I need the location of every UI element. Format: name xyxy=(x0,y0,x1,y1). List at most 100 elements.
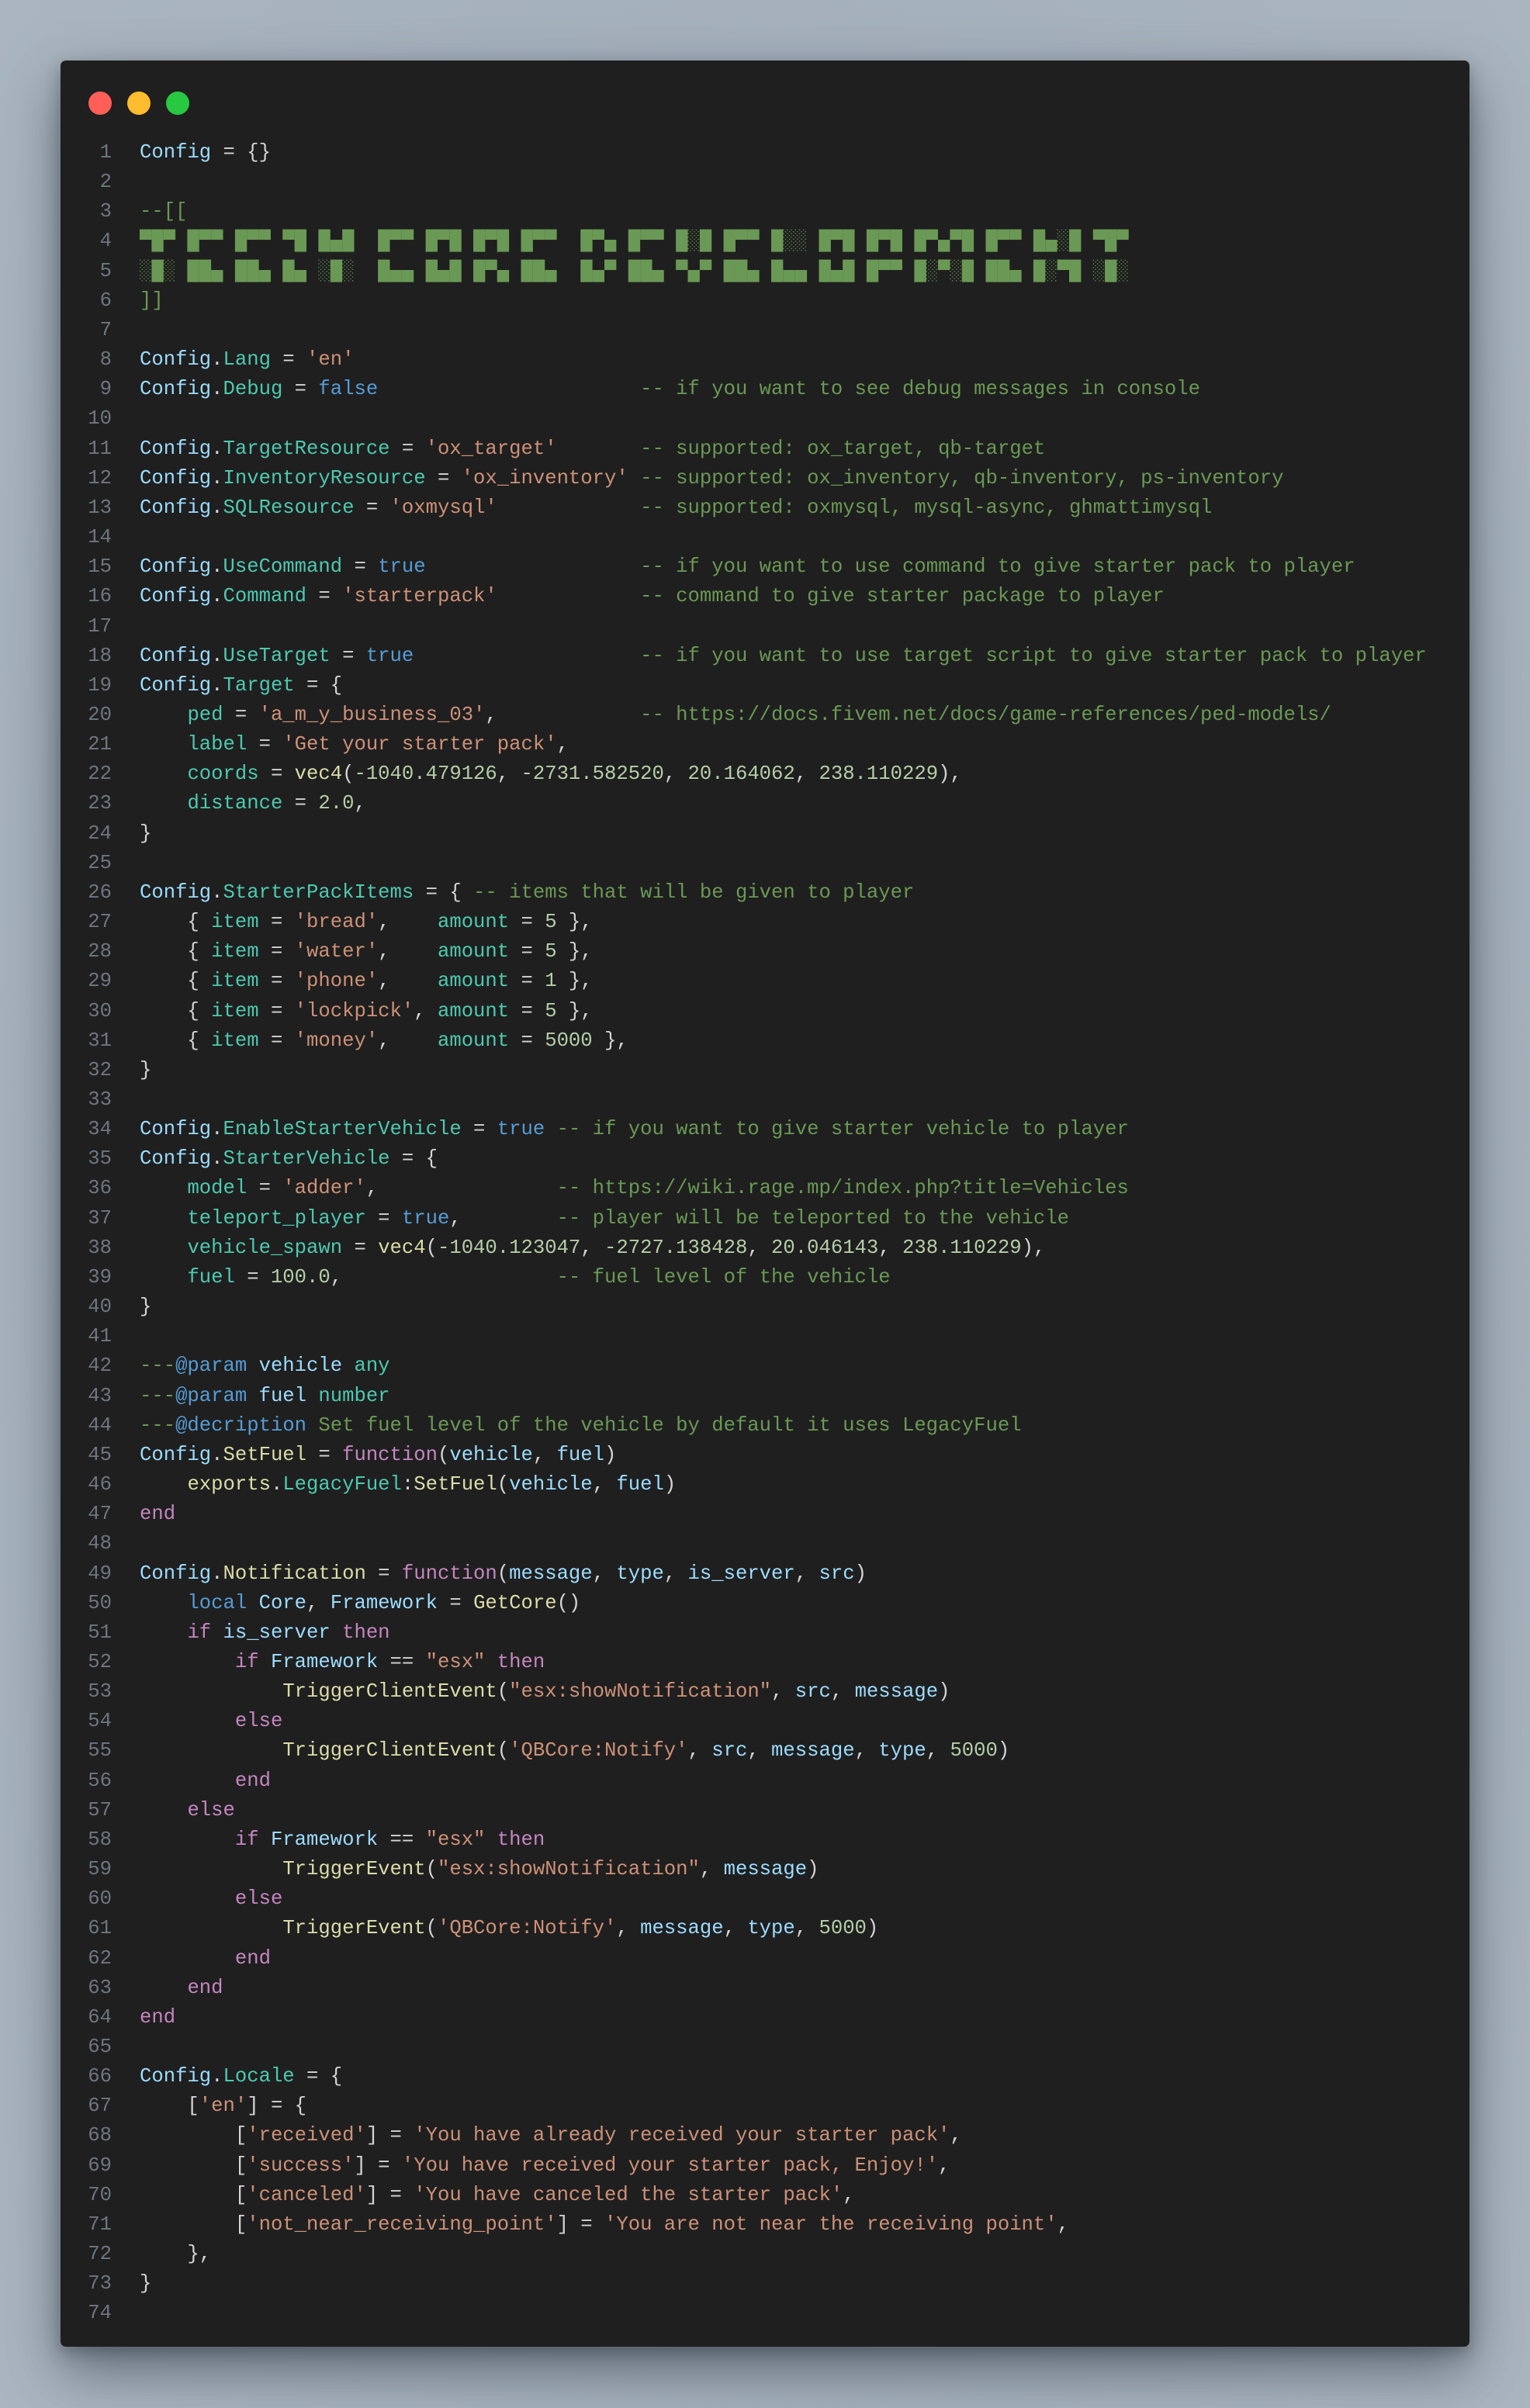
code-token: else xyxy=(234,1710,283,1733)
code-token: end xyxy=(187,1976,223,1999)
code-token: ( xyxy=(342,763,355,786)
code-token: . xyxy=(211,437,223,460)
code-token: , xyxy=(580,1236,605,1259)
code-line: 1 Config = {} xyxy=(61,138,1427,168)
code-token: = xyxy=(258,763,295,786)
code-token: = {} xyxy=(211,141,271,164)
code-token: 5000 xyxy=(545,1029,593,1052)
code-token: = xyxy=(258,970,295,993)
ascii-art-banner: ░█░ ██▄ ██▄ █▄ ░█░ █▄▄ █▄█ █▀▄ ██▄ █▄▀ █… xyxy=(140,259,1129,282)
code-token: , xyxy=(330,1265,557,1289)
code-token: -- supported: ox_target, qb-target xyxy=(640,437,1046,460)
code-line: 68 ['received'] = 'You have already rece… xyxy=(61,2121,1427,2150)
code-token: -- supported: ox_inventory, qb-inventory… xyxy=(640,466,1284,490)
code-token: function xyxy=(401,1562,497,1585)
code-token: == xyxy=(378,1828,426,1851)
code-line: 65 xyxy=(61,2033,1427,2062)
code-line: 36 model = 'adder', -- https://wiki.rage… xyxy=(61,1174,1427,1203)
line-text: teleport_player = true, -- player will b… xyxy=(140,1204,1069,1233)
code-line: 9 Config.Debug = false -- if you want to … xyxy=(61,375,1427,404)
code-token: Config xyxy=(140,141,212,164)
code-line: 64 end xyxy=(61,2003,1427,2033)
line-text: TriggerEvent("esx:showNotification", mes… xyxy=(140,1855,819,1884)
line-number: 34 xyxy=(88,1118,112,1141)
line-text: --[[ xyxy=(140,197,187,227)
line-text: ---@decription Set fuel level of the veh… xyxy=(140,1411,1022,1441)
line-number: 43 xyxy=(88,1384,112,1407)
code-token: @param xyxy=(175,1384,248,1407)
code-token: vehicle xyxy=(449,1443,533,1466)
line-number: 16 xyxy=(88,585,112,608)
code-token: . xyxy=(211,2065,223,2088)
line-number: 33 xyxy=(88,1088,112,1111)
code-token: "esx" xyxy=(425,1650,486,1673)
line-text: } xyxy=(140,1056,151,1085)
code-line: 25 xyxy=(61,849,1427,878)
line-number: 68 xyxy=(88,2124,112,2147)
code-line: 31 { item = 'money', amount = 5000 }, xyxy=(61,1026,1427,1056)
code-token: Config xyxy=(140,1147,212,1171)
code-line: 26 Config.StarterPackItems = { -- items t… xyxy=(61,878,1427,908)
line-text: ['not_near_receiving_point'] = 'You are … xyxy=(140,2210,1069,2240)
line-number: 52 xyxy=(88,1650,112,1673)
code-token: -- https://docs.fivem.net/docs/game-refe… xyxy=(640,703,1331,726)
code-token: 5000 xyxy=(950,1739,998,1763)
code-token: , xyxy=(378,911,438,934)
code-token: -2731.582520 xyxy=(521,763,664,786)
code-token: Config xyxy=(140,378,212,401)
code-token: 2.0 xyxy=(318,792,355,815)
code-token: = xyxy=(342,1236,379,1259)
code-token: . xyxy=(211,378,223,401)
code-token: 'adder' xyxy=(282,1177,366,1200)
code-token: . xyxy=(211,348,223,372)
line-text: TriggerClientEvent('QBCore:Notify', src,… xyxy=(140,1736,1009,1766)
line-number: 46 xyxy=(88,1473,112,1496)
code-token: -- supported: oxmysql, mysql-async, ghma… xyxy=(640,496,1213,519)
code-token: = { xyxy=(294,673,343,697)
code-token: 'phone' xyxy=(294,970,379,993)
code-token: , xyxy=(592,1562,617,1585)
code-token: GetCore xyxy=(473,1591,557,1614)
code-line: 63 end xyxy=(61,1974,1427,2003)
line-text: coords = vec4(-1040.479126, -2731.582520… xyxy=(140,759,961,789)
code-line: 34 Config.EnableStarterVehicle = true -- … xyxy=(61,1115,1427,1144)
code-token: , xyxy=(794,763,819,786)
code-line: 21 label = 'Get your starter pack', xyxy=(61,730,1427,759)
code-token: -- if you want to see debug messages in … xyxy=(640,378,1200,401)
code-line: 10 xyxy=(61,404,1427,434)
code-token: 'en' xyxy=(306,348,355,372)
code-token: SetFuel xyxy=(414,1473,497,1496)
code-token: ) xyxy=(807,1858,819,1881)
code-line: 70 ['canceled'] = 'You have canceled the… xyxy=(61,2181,1427,2210)
code-line: 53 TriggerClientEvent("esx:showNotificat… xyxy=(61,1677,1427,1707)
line-number: 6 xyxy=(99,289,112,312)
line-text: Config.TargetResource = 'ox_target' -- s… xyxy=(140,434,1045,464)
maximize-button[interactable] xyxy=(166,92,189,115)
code-token: = xyxy=(425,466,462,490)
line-number: 49 xyxy=(88,1562,112,1585)
close-button[interactable] xyxy=(88,92,112,115)
code-token: = xyxy=(258,999,295,1022)
code-token: 'oxmysql' xyxy=(389,496,497,519)
code-line: 67 ['en'] = { xyxy=(61,2091,1427,2121)
code-token: , xyxy=(843,2183,855,2206)
line-text: else xyxy=(140,1884,282,1914)
line-number: 10 xyxy=(88,407,112,431)
line-text: { item = 'lockpick', amount = 5 }, xyxy=(140,997,592,1026)
line-number: 32 xyxy=(88,1058,112,1081)
minimize-button[interactable] xyxy=(127,92,151,115)
code-token: = xyxy=(389,437,426,460)
code-token: ) xyxy=(938,1680,950,1704)
code-token: Config xyxy=(140,1443,212,1466)
line-number: 19 xyxy=(88,673,112,697)
line-number: 69 xyxy=(88,2154,112,2177)
line-number: 67 xyxy=(88,2095,112,2118)
code-editor[interactable]: 1 Config = {} 2 3 --[[4 ▀█▀ █▀▀ █▀▀ ▀█ █▄█ █▀… xyxy=(61,138,1427,2329)
